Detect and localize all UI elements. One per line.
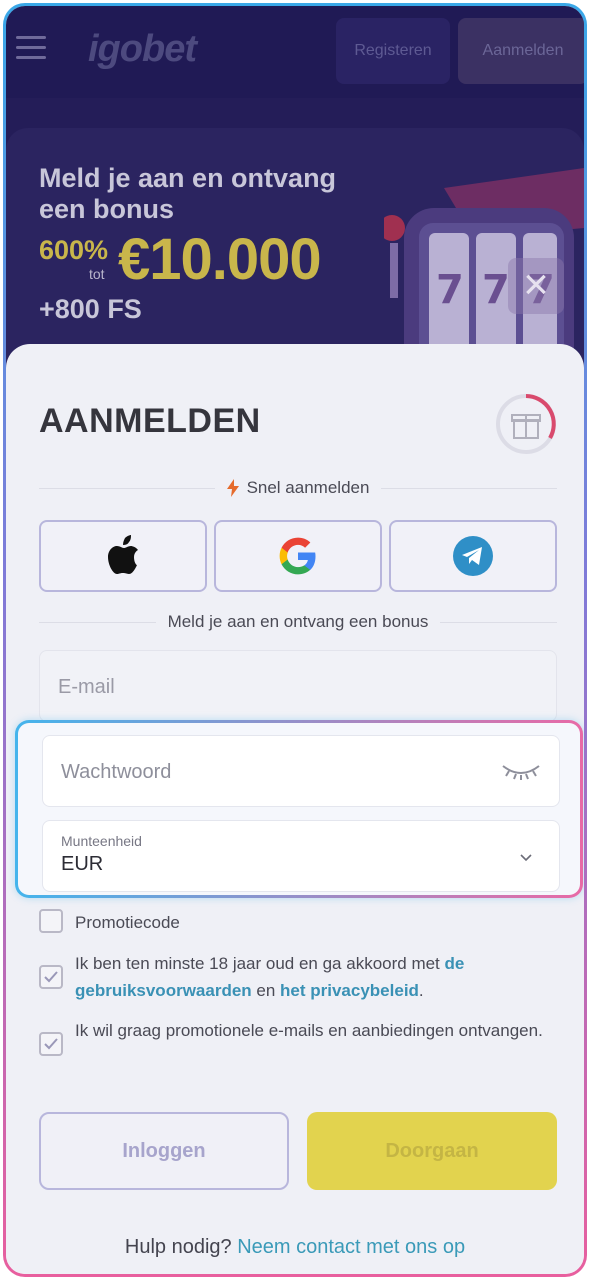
page-title: AANMELDEN <box>39 402 261 440</box>
password-placeholder: Wachtwoord <box>61 761 172 783</box>
login-button[interactable]: Aanmelden <box>458 18 584 84</box>
apple-login-button[interactable] <box>39 520 207 592</box>
terms-prefix: Ik ben ten minste 18 jaar oud en ga akko… <box>75 954 445 973</box>
google-login-button[interactable] <box>214 520 382 592</box>
contact-link[interactable]: Neem contact met ons op <box>237 1236 465 1258</box>
lightning-icon <box>226 479 239 497</box>
terms-end: . <box>418 981 424 1000</box>
email-placeholder: E-mail <box>58 676 115 698</box>
logo: igobet <box>88 28 197 70</box>
register-button[interactable]: Registeren <box>336 18 450 84</box>
apple-icon <box>108 535 138 574</box>
currency-select[interactable]: Munteenheid EUR <box>42 820 560 892</box>
promo-label: Promotiecode <box>75 913 180 932</box>
quick-login-divider: Snel aanmelden <box>39 478 557 498</box>
menu-icon[interactable] <box>16 36 46 60</box>
checkmark-icon <box>44 1038 58 1050</box>
help-row: Hulp nodig? Neem contact met ons op <box>6 1236 584 1259</box>
bonus-amount: €10.000 <box>118 227 322 292</box>
top-header: igobet Registeren Aanmelden <box>6 6 584 98</box>
marketing-checkbox-row[interactable]: Ik wil graag promotionele e-mails en aan… <box>39 1017 559 1056</box>
gift-icon[interactable] <box>494 392 558 456</box>
email-field[interactable]: E-mail <box>39 650 557 722</box>
promo-checkbox-row[interactable]: Promotiecode <box>39 909 559 936</box>
terms-checkbox-row[interactable]: Ik ben ten minste 18 jaar oud en ga akko… <box>39 950 559 1004</box>
svg-text:7: 7 <box>436 267 464 313</box>
device-frame: igobet Registeren Aanmelden Meld je aan … <box>3 3 587 1277</box>
bonus-divider-label: Meld je aan en ontvang een bonus <box>167 612 429 631</box>
doorgaan-button[interactable]: Doorgaan <box>307 1112 557 1190</box>
promo-checkbox[interactable] <box>39 909 63 933</box>
eye-closed-icon[interactable] <box>501 760 541 782</box>
telegram-icon <box>453 536 493 576</box>
bonus-divider: Meld je aan en ontvang een bonus <box>39 612 557 632</box>
free-spins: +800 FS <box>39 294 142 324</box>
password-field[interactable]: Wachtwoord <box>42 735 560 807</box>
bonus-percent: 600% <box>39 235 109 265</box>
google-icon <box>279 537 316 575</box>
terms-checkbox[interactable] <box>39 965 63 989</box>
highlighted-fields: Wachtwoord Munteenheid EUR <box>15 720 583 898</box>
currency-value: EUR <box>61 853 104 875</box>
help-text: Hulp nodig? <box>124 1236 232 1258</box>
telegram-login-button[interactable] <box>389 520 557 592</box>
marketing-label: Ik wil graag promotionele e-mails en aan… <box>75 1021 543 1040</box>
close-icon[interactable]: × <box>508 258 564 314</box>
chevron-down-icon <box>520 854 532 862</box>
checkmark-icon <box>44 971 58 983</box>
svg-text:7: 7 <box>482 267 510 313</box>
privacy-link[interactable]: het privacybeleid <box>280 981 419 1000</box>
quick-login-label: Snel aanmelden <box>246 478 370 497</box>
currency-label: Munteenheid <box>61 833 142 849</box>
terms-text: Ik ben ten minste 18 jaar oud en ga akko… <box>75 950 559 1004</box>
inloggen-button[interactable]: Inloggen <box>39 1112 289 1190</box>
terms-mid: en <box>251 981 281 1000</box>
bonus-tot: tot <box>89 266 105 282</box>
banner-title: Meld je aan en ontvang een bonus <box>39 163 337 224</box>
marketing-checkbox[interactable] <box>39 1032 63 1056</box>
screen: igobet Registeren Aanmelden Meld je aan … <box>6 6 584 1274</box>
